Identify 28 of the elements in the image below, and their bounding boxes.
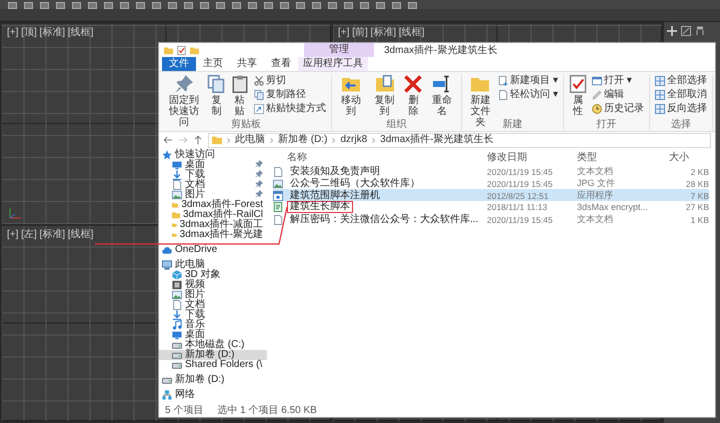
file-type: 文本文档 (577, 213, 614, 226)
status-text: 选中 1 个项目 6.50 KB (217, 405, 317, 417)
file-size: 7 KB (690, 190, 709, 200)
file-type: JPG 文件 (577, 177, 616, 190)
file-type: 3dsMax encrypt... (577, 202, 650, 212)
status-text: 5 个项目 (165, 405, 204, 417)
file-date: 2018/11/1 11:13 (487, 202, 548, 212)
file-size: 27 KB (684, 202, 709, 212)
file-type: 应用程序 (577, 189, 614, 202)
file-date: 2020/11/19 15:45 (487, 178, 554, 188)
file-size: 28 KB (684, 178, 709, 188)
file-size: 2 KB (690, 166, 709, 176)
file-name: 安装须知及免责声明 (289, 166, 381, 178)
file-size: 1 KB (690, 214, 709, 224)
group-label: 打开 (596, 119, 616, 130)
file-name: 解压密码：关注微信公众号：大众软件库... (289, 214, 480, 226)
group-label: 选择 (671, 119, 691, 130)
file-date: 2020/11/19 15:45 (487, 214, 554, 224)
group-label: 剪贴板 (230, 119, 261, 130)
group-label: 组织 (386, 119, 407, 130)
file-date: 2020/11/19 15:45 (487, 166, 554, 176)
file-name: 公众号二维码（大众软件库） (289, 178, 421, 190)
file-date: 2012/8/25 12:51 (487, 190, 550, 200)
window-title: 3dmax插件-聚光建筑生长 (383, 44, 498, 57)
file-type: 文本文档 (577, 165, 614, 178)
group-label: 新建 (502, 119, 523, 130)
file-name: 建筑生长脚本 (287, 201, 353, 213)
file-name: 建筑范围脚本注册机 (289, 190, 381, 200)
